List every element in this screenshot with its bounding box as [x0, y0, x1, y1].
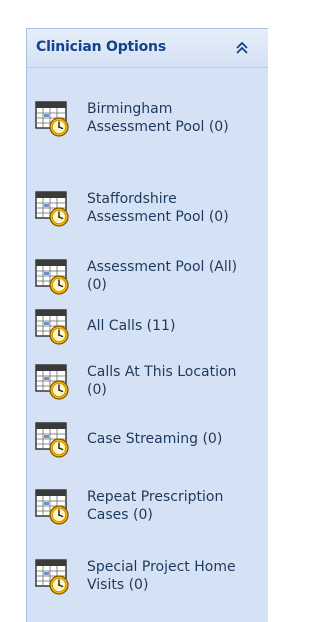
option-calls-at-this-location[interactable]: Calls At This Location (0) [27, 350, 268, 412]
calendar-clock-icon [33, 98, 73, 138]
calendar-clock-icon [33, 556, 73, 596]
option-repeat-prescription-cases[interactable]: Repeat Prescription Cases (0) [27, 466, 268, 546]
option-label: Case Streaming (0) [87, 430, 223, 447]
option-label: Birmingham Assessment Pool (0) [87, 100, 229, 136]
option-all-calls[interactable]: All Calls (11) [27, 302, 268, 350]
calendar-clock-icon [33, 419, 73, 459]
calendar-clock-icon [33, 188, 73, 228]
calendar-clock-icon [33, 256, 73, 296]
option-label: Calls At This Location (0) [87, 363, 237, 399]
panel-header[interactable]: Clinician Options [27, 29, 268, 68]
option-case-streaming[interactable]: Case Streaming (0) [27, 412, 268, 466]
panel-title: Clinician Options [36, 39, 166, 55]
option-label: Special Project Home Visits (0) [87, 558, 236, 594]
option-staffordshire-assessment-pool[interactable]: Staffordshire Assessment Pool (0) [27, 166, 268, 250]
option-assessment-pool-all[interactable]: Assessment Pool (All) (0) [27, 250, 268, 302]
calendar-clock-icon [33, 361, 73, 401]
options-list: Birmingham Assessment Pool (0) Staffords… [27, 68, 268, 606]
calendar-clock-icon [33, 306, 73, 346]
option-label: Staffordshire Assessment Pool (0) [87, 190, 229, 226]
clinician-options-panel: Clinician Options Birmingham Assessment … [26, 28, 268, 622]
option-label: Repeat Prescription Cases (0) [87, 488, 224, 524]
option-label: All Calls (11) [87, 317, 176, 334]
calendar-clock-icon [33, 486, 73, 526]
option-birmingham-assessment-pool[interactable]: Birmingham Assessment Pool (0) [27, 70, 268, 166]
double-chevron-up-icon[interactable] [234, 40, 250, 56]
option-special-project-home-visits[interactable]: Special Project Home Visits (0) [27, 546, 268, 606]
option-label: Assessment Pool (All) (0) [87, 258, 238, 294]
